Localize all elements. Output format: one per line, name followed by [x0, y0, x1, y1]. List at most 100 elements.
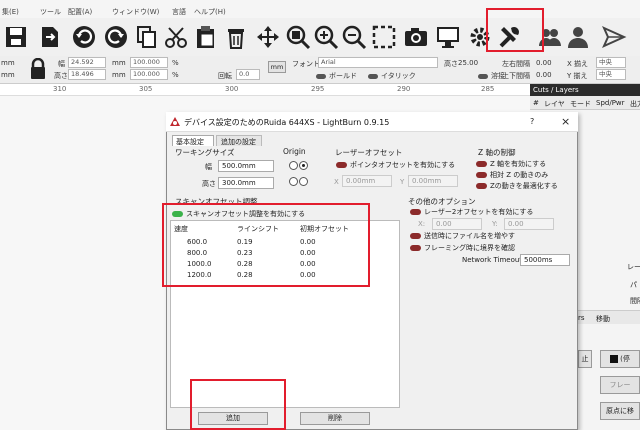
- frame-icon[interactable]: [368, 20, 400, 54]
- halign-select[interactable]: 中央: [596, 57, 626, 68]
- height-label: 高さ: [54, 72, 68, 80]
- scale-w-field[interactable]: 100.000: [130, 57, 168, 68]
- menu-language[interactable]: 言語: [172, 7, 186, 17]
- delete-row-button[interactable]: 削除: [300, 412, 370, 425]
- redo-icon[interactable]: [100, 20, 132, 54]
- working-width-field[interactable]: 500.0mm: [218, 160, 274, 172]
- laser2-offset-toggle[interactable]: [410, 209, 421, 215]
- font-height-label: 高さ: [444, 60, 458, 68]
- pct-h: %: [172, 71, 179, 79]
- device-settings-highlight: [486, 8, 544, 52]
- laser2-y-field[interactable]: 0.00: [504, 218, 554, 230]
- col-layer: レイヤ: [544, 100, 565, 108]
- lock-icon[interactable]: [30, 57, 46, 80]
- horizontal-ruler: 310 305 300 295 290 285: [0, 84, 530, 96]
- stop-button-partial[interactable]: 止: [578, 350, 592, 368]
- ruler-label: 290: [397, 85, 411, 93]
- add-button-highlight: [190, 379, 286, 430]
- menu-window[interactable]: ウィンドウ(W): [112, 7, 159, 17]
- network-timeout-label: Network Timeout: [462, 256, 523, 264]
- zoom-out-icon[interactable]: [338, 20, 370, 54]
- other-options-title: その他のオプション: [408, 197, 476, 206]
- dialog-title: デバイス設定のためのRuida 644XS - LightBurn 0.9.15: [184, 118, 390, 127]
- origin-bottom-right-radio[interactable]: [299, 177, 308, 186]
- go-to-origin-button[interactable]: 原点に移: [600, 402, 640, 420]
- cut-icon[interactable]: [160, 20, 192, 54]
- send-icon[interactable]: [598, 20, 630, 54]
- col-number: #: [533, 99, 539, 107]
- vspace-label: 上下間隔: [502, 72, 530, 80]
- font-select[interactable]: Arial: [318, 57, 438, 68]
- pointer-offset-label: ポインタオフセットを有効にする: [350, 161, 456, 169]
- z-relative-toggle[interactable]: [476, 172, 487, 178]
- toolbar: [0, 18, 640, 56]
- menu-help[interactable]: ヘルプ(H): [194, 7, 226, 17]
- camera-icon[interactable]: [400, 20, 432, 54]
- col-mode: モード: [570, 100, 591, 108]
- bold-toggle[interactable]: ボールド: [316, 71, 357, 81]
- tab-additional-settings[interactable]: 追加の設定: [216, 135, 262, 146]
- italic-toggle[interactable]: イタリック: [368, 71, 416, 81]
- ruler-label: 305: [139, 85, 153, 93]
- weld-toggle[interactable]: 溶接: [478, 71, 505, 81]
- vspace-value[interactable]: 0.00: [536, 71, 552, 79]
- rotate-field[interactable]: 0.0: [236, 69, 260, 80]
- height-field[interactable]: 18.496: [68, 69, 106, 80]
- unit-toggle-button[interactable]: mm: [268, 61, 286, 73]
- z-axis-enable-toggle[interactable]: [476, 161, 487, 167]
- pause-button[interactable]: (停: [600, 350, 640, 368]
- offset-y-label: Y: [400, 178, 405, 186]
- monitor-icon[interactable]: [432, 20, 464, 54]
- frame-button[interactable]: フレー: [600, 376, 640, 394]
- menu-arrange[interactable]: 配置(A): [68, 7, 92, 17]
- increment-filename-label: 送信時にファイル名を増やす: [424, 232, 515, 240]
- undo-icon[interactable]: [68, 20, 100, 54]
- laser-offset-title: レーザーオフセット: [335, 148, 403, 157]
- save-icon[interactable]: [0, 20, 32, 54]
- export-icon[interactable]: [34, 20, 66, 54]
- move-icon[interactable]: [252, 20, 284, 54]
- tab-move[interactable]: 移動: [596, 314, 610, 324]
- laser2-x-label: X:: [418, 220, 426, 228]
- menu-bar: 集(E) ツール 配置(A) ウィンドウ(W) 言語 ヘルプ(H): [0, 0, 640, 18]
- menu-edit[interactable]: 集(E): [2, 7, 19, 17]
- cuts-layers-header: # レイヤ モード Spd/Pwr 出力: [530, 96, 640, 110]
- side-label: レー: [627, 263, 640, 271]
- y-unit: mm: [1, 71, 15, 79]
- help-button[interactable]: ?: [530, 117, 534, 126]
- laser-tabs: rs 移動: [578, 310, 640, 324]
- tab-basic-settings[interactable]: 基本設定: [172, 135, 214, 146]
- width-label: 幅: [205, 163, 212, 171]
- close-button[interactable]: ×: [561, 115, 570, 128]
- origin-top-left-radio[interactable]: [289, 161, 298, 170]
- user-icon[interactable]: [562, 20, 594, 54]
- hspace-value[interactable]: 0.00: [536, 59, 552, 67]
- pointer-offset-toggle[interactable]: [336, 162, 347, 168]
- origin-top-right-radio[interactable]: [299, 161, 308, 170]
- copy-icon[interactable]: [130, 20, 162, 54]
- working-height-field[interactable]: 300.0mm: [218, 177, 274, 189]
- increment-filename-toggle[interactable]: [410, 233, 421, 239]
- delete-icon[interactable]: [220, 20, 252, 54]
- menu-tools[interactable]: ツール: [40, 7, 61, 17]
- offset-x-field[interactable]: 0.00mm: [342, 175, 392, 187]
- offset-y-field[interactable]: 0.00mm: [408, 175, 458, 187]
- rotate-label: 回転: [218, 72, 232, 80]
- font-height-value[interactable]: 25.00: [458, 59, 478, 67]
- origin-title: Origin: [283, 147, 306, 156]
- laser2-offset-label: レーザー2オフセットを有効にする: [424, 208, 534, 216]
- z-axis-enable-label: Z 軸を有効にする: [490, 160, 547, 168]
- scan-offset-highlight: [162, 203, 370, 287]
- width-field[interactable]: 24.592: [68, 57, 106, 68]
- origin-bottom-left-radio[interactable]: [289, 177, 298, 186]
- tab-partial[interactable]: rs: [578, 314, 585, 322]
- hspace-label: 左右間隔: [502, 60, 530, 68]
- paste-icon[interactable]: [190, 20, 222, 54]
- network-timeout-field[interactable]: 5000ms: [520, 254, 570, 266]
- valign-select[interactable]: 中央: [596, 69, 626, 80]
- z-optimize-toggle[interactable]: [476, 183, 487, 189]
- frame-border-check-toggle[interactable]: [410, 245, 421, 251]
- scale-h-field[interactable]: 100.000: [130, 69, 168, 80]
- pct-w: %: [172, 59, 179, 67]
- laser2-x-field[interactable]: 0.00: [432, 218, 482, 230]
